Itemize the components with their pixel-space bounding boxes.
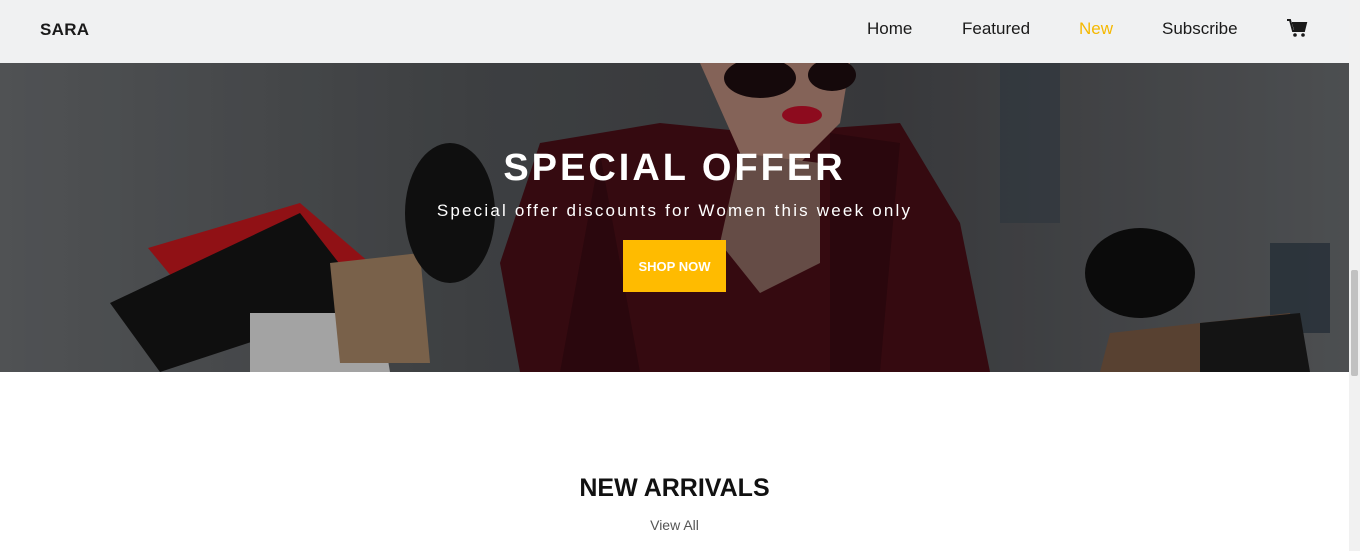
nav-link-subscribe[interactable]: Subscribe: [1162, 19, 1238, 39]
new-arrivals-title: NEW ARRIVALS: [579, 474, 770, 502]
shopping-cart-icon[interactable]: [1286, 18, 1308, 38]
view-all-link[interactable]: View All: [0, 517, 1349, 533]
hero-banner: SPECIAL OFFER Special offer discounts fo…: [0, 63, 1349, 372]
hero-title: SPECIAL OFFER: [503, 147, 846, 189]
hero-subtitle: Special offer discounts for Women this w…: [436, 201, 913, 220]
nav-link-featured[interactable]: Featured: [962, 19, 1030, 39]
shop-now-button[interactable]: SHOP NOW: [623, 240, 726, 292]
top-navbar: SARA Home Featured New Subscribe: [0, 0, 1349, 63]
nav-link-new[interactable]: New: [1079, 19, 1113, 39]
nav-link-home[interactable]: Home: [867, 19, 912, 39]
nav-links: Home Featured New Subscribe: [0, 19, 1349, 43]
scrollbar-thumb[interactable]: [1351, 270, 1358, 376]
